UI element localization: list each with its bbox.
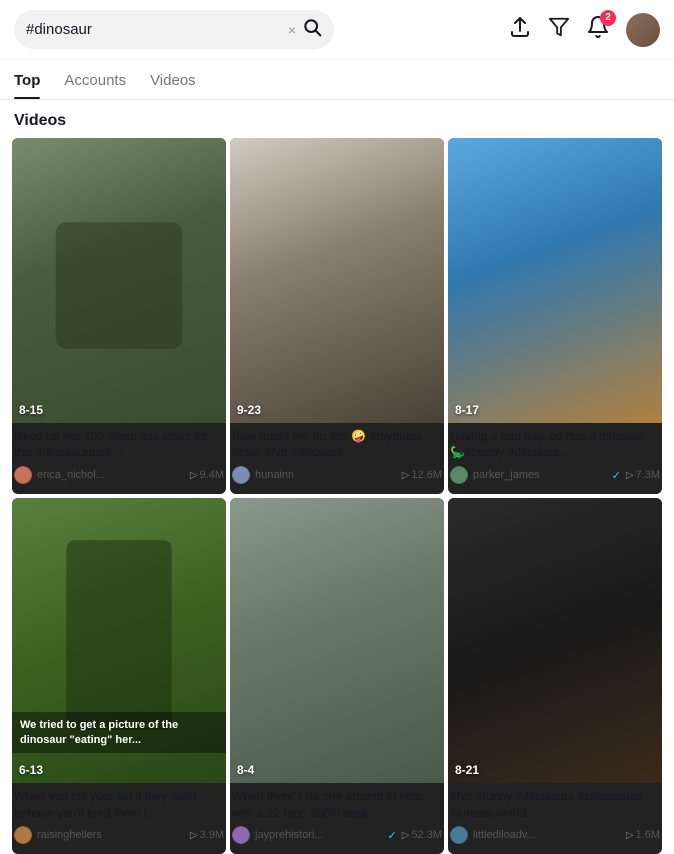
verified-icon: ✓ (612, 469, 621, 482)
play-count: ▷ 9.4M (190, 469, 224, 481)
video-meta: raisinghellers ▷ 3.9M (14, 826, 224, 844)
filter-icon[interactable] (548, 16, 570, 44)
video-count: 9-23 (237, 403, 261, 417)
video-description: When you tell your kid if they don't beh… (14, 788, 224, 822)
creator-avatar (14, 466, 32, 484)
clear-icon[interactable]: × (288, 22, 296, 38)
video-card[interactable]: 8-21 #fyp #funny #dinosaurs #snapsquad #j… (448, 498, 662, 854)
video-description: hiked up like 100 steep ass stairs for t… (14, 428, 224, 462)
video-info: When you tell your kid if they don't beh… (12, 783, 226, 854)
notification-badge: 2 (600, 10, 616, 26)
video-info: hiked up like 100 steep ass stairs for t… (12, 423, 226, 495)
tab-top[interactable]: Top (14, 60, 40, 99)
section-title: Videos (0, 100, 674, 138)
notification-icon[interactable]: 2 (586, 15, 610, 45)
creator-username: parker_james (473, 469, 607, 481)
search-bar[interactable]: × (14, 10, 334, 49)
play-count: ▷ 3.9M (190, 829, 224, 841)
video-card[interactable]: 9-23 Blue made me do this 🤪 #mydubai #blu… (230, 138, 444, 494)
video-count: 8-17 (455, 403, 479, 417)
user-avatar[interactable] (626, 13, 660, 47)
creator-username: jayprehistori... (255, 829, 383, 841)
header-icons: 2 (508, 13, 660, 47)
video-card[interactable]: We tried to get a picture of the dinosau… (12, 498, 226, 854)
upload-icon[interactable] (508, 15, 532, 45)
video-card[interactable]: 8-15 hiked up like 100 steep ass stairs f… (12, 138, 226, 494)
play-count: ▷ 1.6M (626, 829, 660, 841)
video-description: When there's no one around to help with … (232, 788, 442, 822)
header: × 2 (0, 0, 674, 60)
play-icon: ▷ (190, 830, 198, 841)
verified-icon: ✓ (388, 829, 397, 842)
video-card[interactable]: 8-4 When there's no one around to help wi… (230, 498, 444, 854)
creator-avatar (14, 826, 32, 844)
play-icon: ▷ (402, 830, 410, 841)
play-icon: ▷ (190, 470, 198, 481)
video-info: Blue made me do this 🤪 #mydubai #blue #f… (230, 423, 444, 495)
video-info: When there's no one around to help with … (230, 783, 444, 854)
search-input[interactable] (26, 21, 288, 38)
video-count: 8-21 (455, 763, 479, 777)
play-count: ▷ 7.3M (626, 469, 660, 481)
video-meta: erica_nichol... ▷ 9.4M (14, 466, 224, 484)
video-card[interactable]: 8-17 Having a bad day..go hug a dinosaur … (448, 138, 662, 494)
creator-avatar (450, 826, 468, 844)
video-count: 8-4 (237, 763, 254, 777)
creator-username: littlediloadv... (473, 829, 621, 841)
video-count: 6-13 (19, 763, 43, 777)
video-meta: jayprehistori... ✓ ▷ 52.3M (232, 826, 442, 844)
video-grid: 8-15 hiked up like 100 steep ass stairs f… (0, 138, 674, 854)
search-button[interactable] (302, 17, 322, 42)
creator-avatar (450, 466, 468, 484)
video-description: Blue made me do this 🤪 #mydubai #blue #f… (232, 428, 442, 462)
video-description: #fyp #funny #dinosaurs #snapsquad #juras… (450, 788, 660, 822)
creator-avatar (232, 466, 250, 484)
creator-username: raisinghellers (37, 829, 185, 841)
video-meta: hunainn ▷ 12.6M (232, 466, 442, 484)
video-overlay-text: We tried to get a picture of the dinosau… (12, 712, 226, 753)
creator-username: hunainn (255, 469, 397, 481)
video-info: #fyp #funny #dinosaurs #snapsquad #juras… (448, 783, 662, 854)
video-description: Having a bad day..go hug a dinosaur 🦕#bu… (450, 428, 660, 462)
play-icon: ▷ (402, 470, 410, 481)
video-meta: parker_james ✓ ▷ 7.3M (450, 466, 660, 484)
play-icon: ▷ (626, 830, 634, 841)
video-meta: littlediloadv... ▷ 1.6M (450, 826, 660, 844)
tab-accounts[interactable]: Accounts (64, 60, 126, 99)
tab-videos[interactable]: Videos (150, 60, 196, 99)
creator-username: erica_nichol... (37, 469, 185, 481)
video-info: Having a bad day..go hug a dinosaur 🦕#bu… (448, 423, 662, 495)
creator-avatar (232, 826, 250, 844)
video-count: 8-15 (19, 403, 43, 417)
play-count: ▷ 12.6M (402, 469, 442, 481)
tabs-nav: Top Accounts Videos (0, 60, 674, 100)
play-icon: ▷ (626, 470, 634, 481)
play-count: ▷ 52.3M (402, 829, 442, 841)
